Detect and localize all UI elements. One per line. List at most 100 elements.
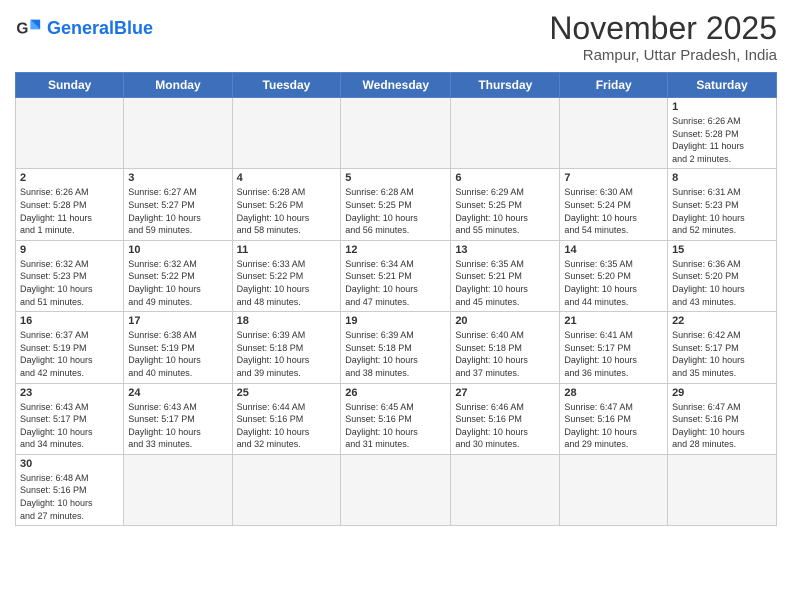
day-number: 7 bbox=[564, 172, 663, 184]
day-info: Sunrise: 6:43 AM Sunset: 5:17 PM Dayligh… bbox=[128, 401, 227, 451]
day-info: Sunrise: 6:41 AM Sunset: 5:17 PM Dayligh… bbox=[564, 329, 663, 379]
day-number: 4 bbox=[237, 172, 337, 184]
day-cell: 5Sunrise: 6:28 AM Sunset: 5:25 PM Daylig… bbox=[341, 169, 451, 240]
day-info: Sunrise: 6:27 AM Sunset: 5:27 PM Dayligh… bbox=[128, 186, 227, 236]
week-row-5: 23Sunrise: 6:43 AM Sunset: 5:17 PM Dayli… bbox=[16, 383, 777, 454]
day-cell: 16 Sunrise: 6:37 AM Sunset: 5:19 PM Dayli… bbox=[16, 312, 124, 383]
title-block: November 2025 Rampur, Uttar Pradesh, Ind… bbox=[549, 10, 777, 64]
day-cell: 3 Sunrise: 6:27 AM Sunset: 5:27 PM Daylig… bbox=[124, 169, 232, 240]
day-number: 13 bbox=[455, 244, 555, 256]
day-info: Sunrise: 6:39 AM Sunset: 5:18 PM Dayligh… bbox=[345, 329, 446, 379]
day-cell bbox=[124, 454, 232, 525]
day-cell bbox=[451, 454, 560, 525]
day-cell: 19 Sunrise: 6:39 AM Sunset: 5:18 PM Dayli… bbox=[341, 312, 451, 383]
day-number: 19 bbox=[345, 315, 446, 327]
day-cell: 9 Sunrise: 6:32 AM Sunset: 5:23 PM Daylig… bbox=[16, 240, 124, 311]
day-number: 24 bbox=[128, 387, 227, 399]
logo-blue: Blue bbox=[114, 18, 153, 38]
day-number: 15 bbox=[672, 244, 772, 256]
day-cell bbox=[560, 98, 668, 169]
day-cell: 28 Sunrise: 6:47 AM Sunset: 5:16 PM Dayli… bbox=[560, 383, 668, 454]
day-cell: 30 Sunrise: 6:48 AM Sunset: 5:16 PM Dayli… bbox=[16, 454, 124, 525]
day-header-sunday: Sunday bbox=[16, 73, 124, 98]
day-number: 26 bbox=[345, 387, 446, 399]
day-cell: 17Sunrise: 6:38 AM Sunset: 5:19 PM Dayli… bbox=[124, 312, 232, 383]
day-info: Sunrise: 6:33 AM Sunset: 5:22 PM Dayligh… bbox=[237, 258, 337, 308]
day-info: Sunrise: 6:28 AM Sunset: 5:26 PM Dayligh… bbox=[237, 186, 337, 236]
day-info: Sunrise: 6:35 AM Sunset: 5:21 PM Dayligh… bbox=[455, 258, 555, 308]
week-row-4: 16 Sunrise: 6:37 AM Sunset: 5:19 PM Dayli… bbox=[16, 312, 777, 383]
day-header-saturday: Saturday bbox=[668, 73, 777, 98]
day-number: 9 bbox=[20, 244, 119, 256]
day-number: 5 bbox=[345, 172, 446, 184]
svg-text:G: G bbox=[16, 21, 28, 38]
day-number: 3 bbox=[128, 172, 227, 184]
day-cell: 14Sunrise: 6:35 AM Sunset: 5:20 PM Dayli… bbox=[560, 240, 668, 311]
day-cell: 25Sunrise: 6:44 AM Sunset: 5:16 PM Dayli… bbox=[232, 383, 341, 454]
day-number: 2 bbox=[20, 172, 119, 184]
day-cell: 27Sunrise: 6:46 AM Sunset: 5:16 PM Dayli… bbox=[451, 383, 560, 454]
day-info: Sunrise: 6:45 AM Sunset: 5:16 PM Dayligh… bbox=[345, 401, 446, 451]
day-cell: 11Sunrise: 6:33 AM Sunset: 5:22 PM Dayli… bbox=[232, 240, 341, 311]
day-number: 27 bbox=[455, 387, 555, 399]
day-cell: 26 Sunrise: 6:45 AM Sunset: 5:16 PM Dayli… bbox=[341, 383, 451, 454]
day-number: 12 bbox=[345, 244, 446, 256]
day-header-thursday: Thursday bbox=[451, 73, 560, 98]
day-number: 29 bbox=[672, 387, 772, 399]
day-info: Sunrise: 6:34 AM Sunset: 5:21 PM Dayligh… bbox=[345, 258, 446, 308]
day-info: Sunrise: 6:26 AM Sunset: 5:28 PM Dayligh… bbox=[672, 115, 772, 165]
day-number: 18 bbox=[237, 315, 337, 327]
day-cell: 24 Sunrise: 6:43 AM Sunset: 5:17 PM Dayli… bbox=[124, 383, 232, 454]
day-number: 20 bbox=[455, 315, 555, 327]
day-info: Sunrise: 6:42 AM Sunset: 5:17 PM Dayligh… bbox=[672, 329, 772, 379]
day-number: 8 bbox=[672, 172, 772, 184]
day-info: Sunrise: 6:43 AM Sunset: 5:17 PM Dayligh… bbox=[20, 401, 119, 451]
week-row-6: 30 Sunrise: 6:48 AM Sunset: 5:16 PM Dayli… bbox=[16, 454, 777, 525]
day-cell bbox=[668, 454, 777, 525]
calendar: SundayMondayTuesdayWednesdayThursdayFrid… bbox=[15, 72, 777, 526]
day-header-monday: Monday bbox=[124, 73, 232, 98]
day-header-friday: Friday bbox=[560, 73, 668, 98]
day-header-tuesday: Tuesday bbox=[232, 73, 341, 98]
day-info: Sunrise: 6:38 AM Sunset: 5:19 PM Dayligh… bbox=[128, 329, 227, 379]
day-cell: 23Sunrise: 6:43 AM Sunset: 5:17 PM Dayli… bbox=[16, 383, 124, 454]
day-cell: 18 Sunrise: 6:39 AM Sunset: 5:18 PM Dayli… bbox=[232, 312, 341, 383]
day-info: Sunrise: 6:48 AM Sunset: 5:16 PM Dayligh… bbox=[20, 472, 119, 522]
day-cell bbox=[124, 98, 232, 169]
day-cell bbox=[232, 454, 341, 525]
day-number: 16 bbox=[20, 315, 119, 327]
page: G GeneralBlue November 2025 Rampur, Utta… bbox=[0, 0, 792, 612]
day-cell: 20 Sunrise: 6:40 AM Sunset: 5:18 PM Dayli… bbox=[451, 312, 560, 383]
day-info: Sunrise: 6:32 AM Sunset: 5:22 PM Dayligh… bbox=[128, 258, 227, 308]
day-number: 28 bbox=[564, 387, 663, 399]
day-info: Sunrise: 6:37 AM Sunset: 5:19 PM Dayligh… bbox=[20, 329, 119, 379]
day-cell bbox=[341, 98, 451, 169]
day-number: 1 bbox=[672, 101, 772, 113]
day-number: 10 bbox=[128, 244, 227, 256]
days-header-row: SundayMondayTuesdayWednesdayThursdayFrid… bbox=[16, 73, 777, 98]
day-cell bbox=[451, 98, 560, 169]
day-number: 6 bbox=[455, 172, 555, 184]
day-cell: 1 Sunrise: 6:26 AM Sunset: 5:28 PM Daylig… bbox=[668, 98, 777, 169]
day-cell: 21 Sunrise: 6:41 AM Sunset: 5:17 PM Dayli… bbox=[560, 312, 668, 383]
day-cell: 8Sunrise: 6:31 AM Sunset: 5:23 PM Daylig… bbox=[668, 169, 777, 240]
day-number: 22 bbox=[672, 315, 772, 327]
day-cell: 10 Sunrise: 6:32 AM Sunset: 5:22 PM Dayli… bbox=[124, 240, 232, 311]
day-info: Sunrise: 6:40 AM Sunset: 5:18 PM Dayligh… bbox=[455, 329, 555, 379]
day-number: 21 bbox=[564, 315, 663, 327]
day-cell: 12 Sunrise: 6:34 AM Sunset: 5:21 PM Dayli… bbox=[341, 240, 451, 311]
day-info: Sunrise: 6:47 AM Sunset: 5:16 PM Dayligh… bbox=[564, 401, 663, 451]
day-info: Sunrise: 6:32 AM Sunset: 5:23 PM Dayligh… bbox=[20, 258, 119, 308]
day-number: 30 bbox=[20, 458, 119, 470]
day-info: Sunrise: 6:39 AM Sunset: 5:18 PM Dayligh… bbox=[237, 329, 337, 379]
week-row-3: 9 Sunrise: 6:32 AM Sunset: 5:23 PM Daylig… bbox=[16, 240, 777, 311]
week-row-1: 1 Sunrise: 6:26 AM Sunset: 5:28 PM Daylig… bbox=[16, 98, 777, 169]
logo-icon: G bbox=[15, 14, 43, 42]
day-cell: 29Sunrise: 6:47 AM Sunset: 5:16 PM Dayli… bbox=[668, 383, 777, 454]
day-info: Sunrise: 6:29 AM Sunset: 5:25 PM Dayligh… bbox=[455, 186, 555, 236]
day-cell bbox=[232, 98, 341, 169]
location: Rampur, Uttar Pradesh, India bbox=[549, 47, 777, 64]
day-info: Sunrise: 6:35 AM Sunset: 5:20 PM Dayligh… bbox=[564, 258, 663, 308]
day-info: Sunrise: 6:36 AM Sunset: 5:20 PM Dayligh… bbox=[672, 258, 772, 308]
day-cell: 6 Sunrise: 6:29 AM Sunset: 5:25 PM Daylig… bbox=[451, 169, 560, 240]
